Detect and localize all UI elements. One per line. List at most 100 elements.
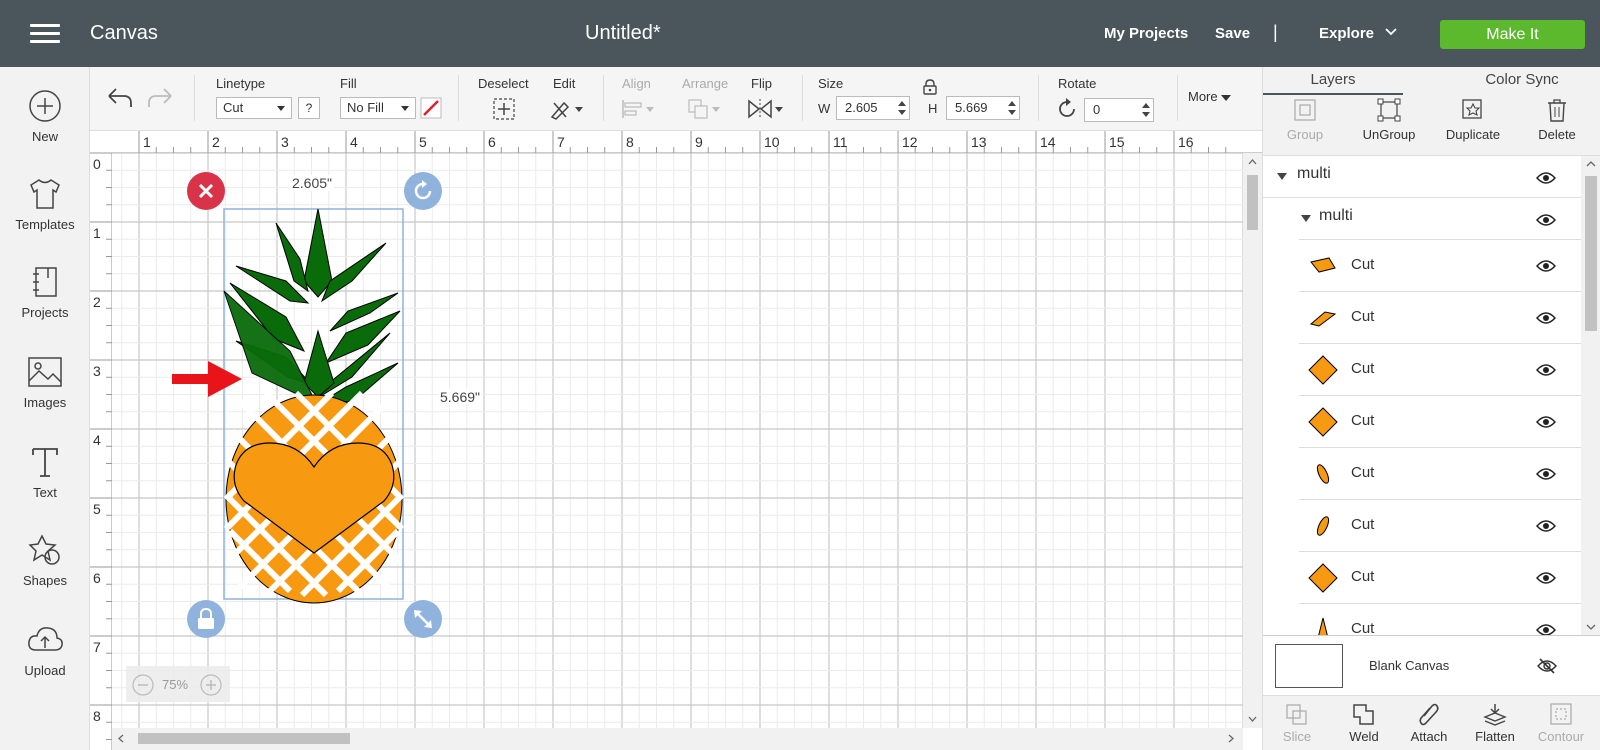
layer-subgroup[interactable]: multi	[1299, 198, 1581, 240]
spinner-icon[interactable]	[898, 100, 906, 116]
sidebar-item-shapes[interactable]: Shapes	[0, 533, 90, 588]
rotate-handle[interactable]	[403, 171, 443, 211]
caret-down-icon[interactable]	[1301, 215, 1311, 222]
caret-down-icon[interactable]	[1277, 173, 1287, 180]
top-bar: Canvas Untitled* My Projects Save | Expl…	[0, 0, 1600, 67]
eye-icon[interactable]	[1536, 415, 1556, 429]
scrollbar-thumb[interactable]	[138, 733, 350, 744]
linetype-select[interactable]: Cut	[216, 97, 292, 119]
zoom-out-icon[interactable]	[132, 674, 154, 696]
sidebar-item-new[interactable]: New	[0, 89, 90, 144]
eye-hidden-icon[interactable]	[1537, 658, 1557, 674]
height-value: 5.669	[955, 100, 988, 115]
chevron-up-icon[interactable]	[1586, 161, 1596, 167]
eye-icon[interactable]	[1536, 171, 1556, 185]
tab-color-sync[interactable]: Color Sync	[1443, 67, 1600, 95]
rotate-input[interactable]: 0	[1084, 98, 1154, 122]
duplicate-button[interactable]: Duplicate	[1431, 97, 1515, 142]
eye-icon[interactable]	[1536, 311, 1556, 325]
toolbar-divider	[603, 75, 604, 121]
layers-list: multi multi Cut Cut Cut Cut Cut Cut Cut …	[1263, 155, 1600, 635]
edit-tools-icon[interactable]	[548, 97, 584, 121]
attach-label: Attach	[1410, 729, 1448, 744]
no-fill-swatch-icon[interactable]	[420, 97, 442, 119]
eye-icon[interactable]	[1536, 467, 1556, 481]
eye-icon[interactable]	[1536, 571, 1556, 585]
layer-item[interactable]: Cut	[1299, 344, 1581, 396]
flip-icon[interactable]	[745, 97, 785, 121]
group-button[interactable]: Group	[1263, 97, 1347, 142]
chevron-right-icon[interactable]	[1228, 734, 1234, 743]
more-menu[interactable]: More	[1188, 89, 1232, 104]
delete-button[interactable]: Delete	[1515, 97, 1599, 142]
zoom-in-icon[interactable]	[200, 674, 222, 696]
canvas-horizontal-scrollbar[interactable]	[112, 728, 1243, 750]
tab-layers[interactable]: Layers	[1263, 67, 1403, 95]
save-link[interactable]: Save	[1215, 25, 1250, 42]
deselect-icon[interactable]	[492, 97, 516, 121]
layer-name: Cut	[1351, 516, 1375, 533]
layer-item[interactable]: Cut	[1299, 500, 1581, 552]
attach-button[interactable]: Attach	[1397, 702, 1461, 744]
eye-icon[interactable]	[1536, 519, 1556, 533]
slice-button[interactable]: Slice	[1265, 702, 1329, 744]
spinner-icon[interactable]	[1142, 102, 1150, 118]
sidebar-item-templates[interactable]: Templates	[0, 177, 90, 232]
blank-canvas-swatch[interactable]	[1275, 644, 1343, 688]
contour-button[interactable]: Contour	[1529, 702, 1593, 744]
eye-icon[interactable]	[1536, 363, 1556, 377]
sidebar-item-projects[interactable]: Projects	[0, 265, 90, 320]
chevron-down-icon[interactable]	[1586, 624, 1596, 630]
resize-handle[interactable]	[403, 599, 443, 639]
menu-icon[interactable]	[30, 24, 60, 44]
chevron-left-icon[interactable]	[118, 734, 124, 743]
scrollbar-thumb[interactable]	[1247, 175, 1258, 230]
chevron-down-icon[interactable]	[1248, 716, 1257, 722]
redo-icon[interactable]	[146, 86, 174, 110]
layers-scrollbar[interactable]	[1581, 156, 1600, 635]
chevron-down-icon[interactable]	[1385, 28, 1397, 36]
sidebar-item-label: Images	[23, 395, 67, 410]
eye-icon[interactable]	[1536, 213, 1556, 227]
eye-icon[interactable]	[1536, 259, 1556, 273]
blank-canvas-row[interactable]: Blank Canvas	[1263, 635, 1600, 695]
explore-menu[interactable]: Explore	[1319, 25, 1374, 42]
layer-group[interactable]: multi	[1263, 156, 1581, 198]
ungroup-button[interactable]: UnGroup	[1347, 97, 1431, 142]
spinner-icon[interactable]	[1008, 100, 1016, 116]
linetype-value: Cut	[223, 100, 244, 115]
lock-icon[interactable]	[922, 79, 938, 95]
sidebar-item-text[interactable]: Text	[0, 445, 90, 500]
pineapple-design[interactable]	[90, 131, 1243, 728]
sidebar-item-upload[interactable]: Upload	[0, 623, 90, 678]
layer-item[interactable]: Cut	[1299, 396, 1581, 448]
document-title[interactable]: Untitled*	[585, 22, 661, 45]
width-input[interactable]: 2.605	[836, 96, 910, 120]
undo-icon[interactable]	[106, 86, 134, 110]
eye-icon[interactable]	[1536, 623, 1556, 635]
arrange-icon[interactable]	[686, 97, 722, 121]
delete-handle[interactable]	[186, 171, 226, 211]
help-button[interactable]: ?	[298, 97, 320, 119]
layer-item[interactable]: Cut	[1299, 292, 1581, 344]
chevron-up-icon[interactable]	[1248, 159, 1257, 165]
layer-item[interactable]: Cut	[1299, 448, 1581, 500]
align-icon[interactable]	[620, 97, 656, 121]
weld-button[interactable]: Weld	[1332, 702, 1396, 744]
lock-handle[interactable]	[186, 599, 226, 639]
my-projects-link[interactable]: My Projects	[1104, 25, 1188, 42]
sidebar-item-images[interactable]: Images	[0, 355, 90, 410]
group-label: Group	[1286, 127, 1324, 142]
canvas-vertical-scrollbar[interactable]	[1243, 153, 1262, 728]
image-icon	[28, 357, 62, 387]
layer-item[interactable]: Cut	[1299, 604, 1581, 635]
design-canvas[interactable]: 1 2 3 4 5 6 7 8 9 10 11 12 13 14 15 16 012345678	[90, 131, 1262, 750]
fill-select[interactable]: No Fill	[340, 97, 416, 119]
make-it-button[interactable]: Make It	[1440, 20, 1585, 49]
tshirt-icon	[30, 179, 60, 209]
layer-item[interactable]: Cut	[1299, 240, 1581, 292]
scrollbar-thumb[interactable]	[1585, 176, 1597, 331]
layer-item[interactable]: Cut	[1299, 552, 1581, 604]
height-input[interactable]: 5.669	[946, 96, 1020, 120]
flatten-button[interactable]: Flatten	[1463, 702, 1527, 744]
